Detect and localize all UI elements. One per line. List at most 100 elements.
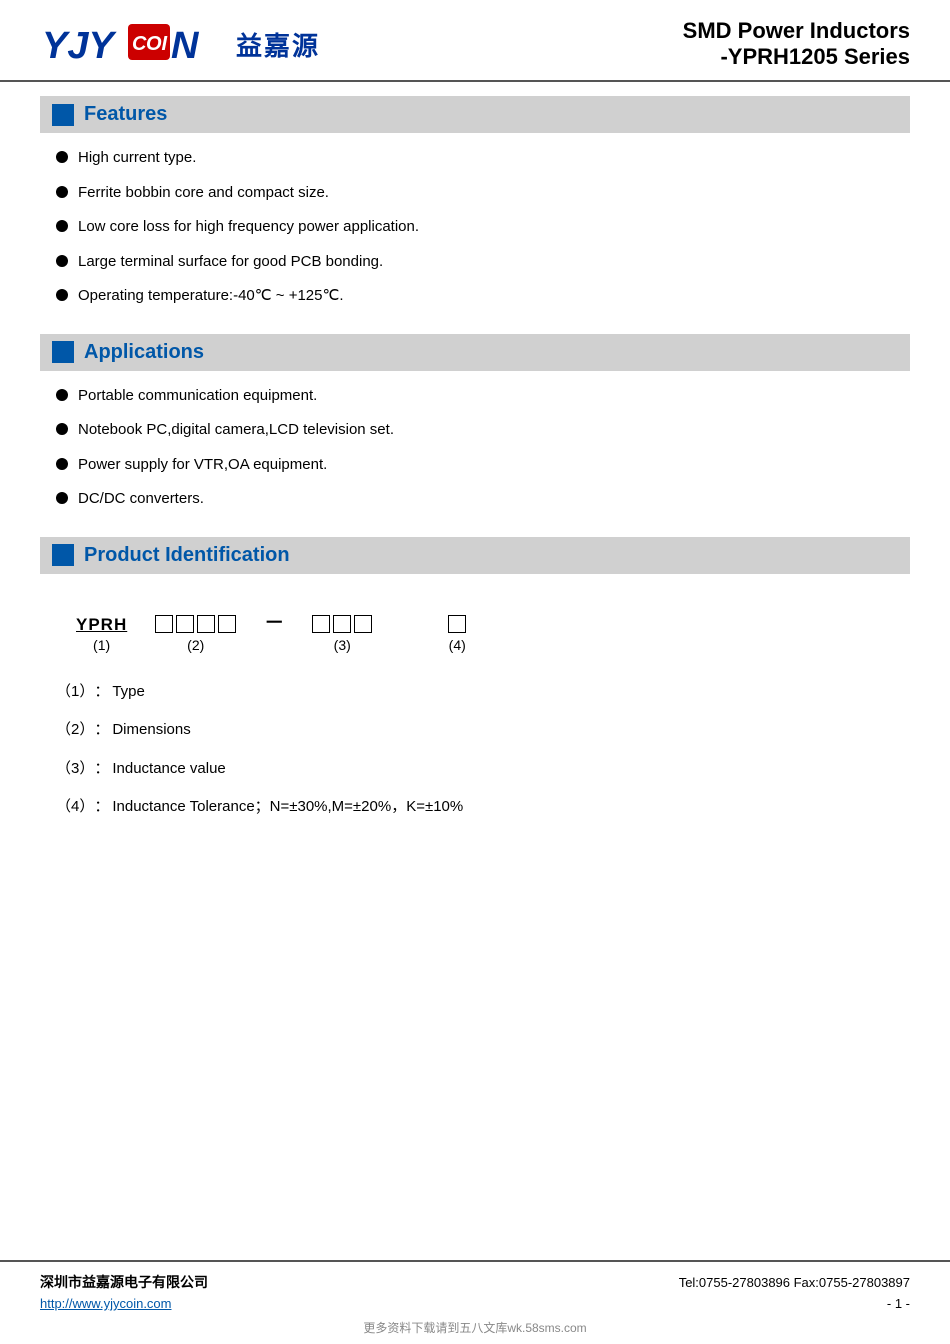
list-item: Operating temperature:-40℃ ~ +125℃. [56,285,910,308]
feature-item-1: High current type. [78,147,196,170]
code-box [197,615,215,633]
bullet-icon [56,492,68,504]
code-part-4: (4) [448,613,466,653]
page-wrapper: YJY C OI N 益嘉源 SMD Power Inductors -YPRH… [0,0,950,1344]
logo-area: YJY C OI N 益嘉源 [40,18,320,70]
logo-svg: YJY C OI N [40,18,230,70]
product-id-title: Product Identification [84,544,290,567]
id-item-desc-3: Inductance value [112,758,225,781]
code-box [448,615,466,633]
code-box [354,615,372,633]
id-item-colon-3: ： [94,758,112,781]
id-items-list: （1） ： Type （2） ： Dimensions （3） ： Induct… [56,681,894,819]
feature-item-4: Large terminal surface for good PCB bond… [78,251,383,274]
app-item-4: DC/DC converters. [78,488,204,511]
id-item-colon-2: ： [94,719,112,742]
applications-square-icon [52,341,74,363]
id-item-desc-1: Type [112,681,145,704]
bullet-icon [56,186,68,198]
main-content: Features High current type. Ferrite bobb… [0,82,950,1067]
code-prefix: YPRH [76,615,127,635]
code-box [176,615,194,633]
id-item-num-3: （3） [56,758,94,781]
code-boxes-3 [312,615,372,633]
list-item: （3） ： Inductance value [56,758,894,781]
code-num-3: (3) [334,637,351,653]
app-item-1: Portable communication equipment. [78,385,317,408]
footer-watermark: 更多资料下载请到五八文库wk.58sms.com [40,1319,910,1336]
list-item: Ferrite bobbin core and compact size. [56,182,910,205]
id-item-colon-4: ： [94,796,112,819]
title-line1: SMD Power Inductors [683,18,910,44]
id-item-desc-4: Inductance Tolerance；N=±30%,M=±20%，K=±10… [112,796,463,819]
footer-company: 深圳市益嘉源电子有限公司 [40,1272,208,1292]
footer-row2: http://www.yjycoin.com - 1 - [40,1296,910,1311]
code-part-1: YPRH (1) [76,615,127,653]
product-id-square-icon [52,544,74,566]
svg-text:YJY: YJY [42,25,117,67]
app-item-3: Power supply for VTR,OA equipment. [78,454,327,477]
code-num-1: (1) [93,637,110,653]
app-item-2: Notebook PC,digital camera,LCD televisio… [78,419,394,442]
product-id-content: YPRH (1) (2) － [40,588,910,855]
svg-text:OI: OI [146,33,168,55]
code-box [218,615,236,633]
code-box [155,615,173,633]
feature-item-3: Low core loss for high frequency power a… [78,216,419,239]
code-num-2: (2) [187,637,204,653]
bullet-icon [56,255,68,267]
svg-text:C: C [132,33,147,55]
footer: 深圳市益嘉源电子有限公司 Tel:0755-27803896 Fax:0755-… [0,1260,950,1344]
list-item: （2） ： Dimensions [56,719,894,742]
code-dash: － [264,606,284,635]
id-item-num-2: （2） [56,719,94,742]
code-part-2: (2) [155,613,236,653]
code-num-4: (4) [449,637,466,653]
logo-cn-text: 益嘉源 [236,26,320,63]
applications-section-header: Applications [40,334,910,371]
list-item: （4） ： Inductance Tolerance；N=±30%,M=±20%… [56,796,894,819]
footer-link[interactable]: http://www.yjycoin.com [40,1296,172,1311]
list-item: Large terminal surface for good PCB bond… [56,251,910,274]
product-id-section-header: Product Identification [40,537,910,574]
svg-text:N: N [171,25,200,67]
footer-contact: Tel:0755-27803896 Fax:0755-27803897 [679,1275,910,1290]
list-item: （1） ： Type [56,681,894,704]
bullet-icon [56,289,68,301]
product-code-diagram: YPRH (1) (2) － [56,606,894,653]
code-box [333,615,351,633]
code-boxes-4 [448,615,466,633]
bullet-icon [56,389,68,401]
bullet-icon [56,423,68,435]
code-boxes-2 [155,615,236,633]
applications-title: Applications [84,341,204,364]
feature-item-5: Operating temperature:-40℃ ~ +125℃. [78,285,344,308]
list-item: High current type. [56,147,910,170]
spacer [0,1067,950,1260]
bullet-icon [56,458,68,470]
bullet-icon [56,220,68,232]
footer-row1: 深圳市益嘉源电子有限公司 Tel:0755-27803896 Fax:0755-… [40,1272,910,1292]
code-part-3: (3) [312,613,372,653]
header: YJY C OI N 益嘉源 SMD Power Inductors -YPRH… [0,0,950,82]
id-item-colon-1: ： [94,681,112,704]
bullet-icon [56,151,68,163]
features-list: High current type. Ferrite bobbin core a… [40,147,910,330]
id-item-desc-2: Dimensions [112,719,190,742]
feature-item-2: Ferrite bobbin core and compact size. [78,182,329,205]
id-item-num-4: （4） [56,796,94,819]
list-item: Portable communication equipment. [56,385,910,408]
list-item: Notebook PC,digital camera,LCD televisio… [56,419,910,442]
applications-list: Portable communication equipment. Notebo… [40,385,910,533]
features-square-icon [52,104,74,126]
title-line2: -YPRH1205 Series [683,44,910,70]
features-section-header: Features [40,96,910,133]
list-item: Power supply for VTR,OA equipment. [56,454,910,477]
header-title: SMD Power Inductors -YPRH1205 Series [683,18,910,70]
code-box [312,615,330,633]
footer-page: - 1 - [887,1296,910,1311]
id-item-num-1: （1） [56,681,94,704]
features-title: Features [84,103,167,126]
list-item: Low core loss for high frequency power a… [56,216,910,239]
list-item: DC/DC converters. [56,488,910,511]
